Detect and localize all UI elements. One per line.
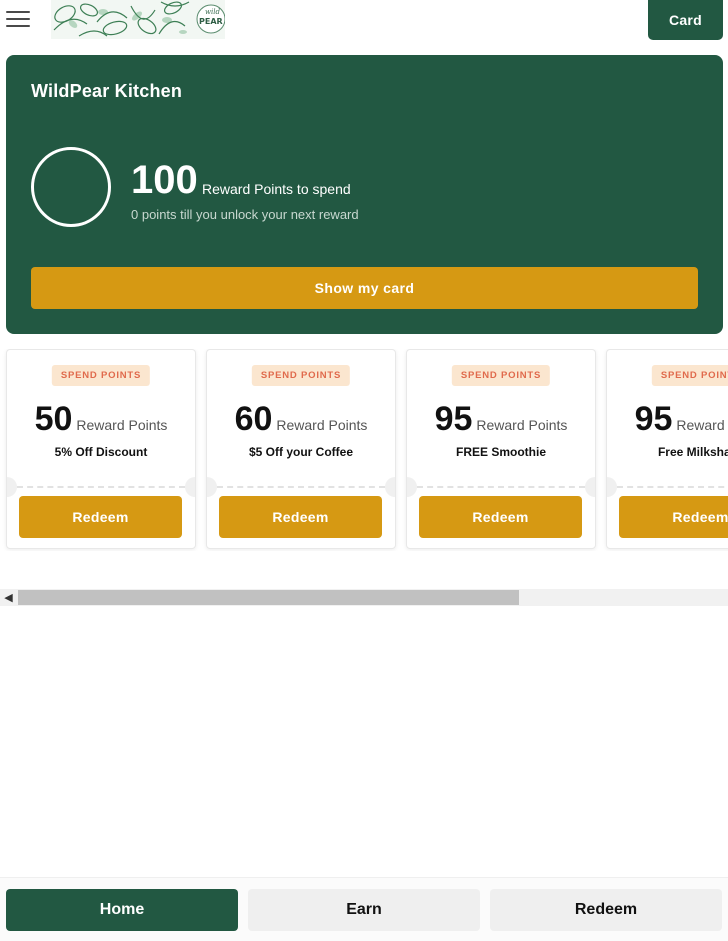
- nav-home-button[interactable]: Home: [6, 889, 238, 931]
- reward-progress-ring: [31, 147, 111, 227]
- chevron-left-icon[interactable]: ◀: [0, 589, 17, 606]
- redeem-button[interactable]: Redeem: [219, 496, 382, 538]
- store-name: WildPear Kitchen: [31, 81, 183, 101]
- redeem-button[interactable]: Redeem: [619, 496, 728, 538]
- spend-points-badge: SPEND POINTS: [251, 365, 351, 386]
- reward-name: FREE Smoothie: [455, 445, 546, 459]
- reward-cost-label: Reward Points: [276, 417, 368, 433]
- redeem-button[interactable]: Redeem: [19, 496, 182, 538]
- ticket-divider: [417, 486, 585, 488]
- ticket-notch: [385, 477, 395, 497]
- ticket-notch: [207, 477, 217, 497]
- points-balance-label: Reward Points to spend: [202, 181, 351, 197]
- spend-points-badge: SPEND POINTS: [651, 365, 728, 386]
- reward-cost: 95Reward Points: [607, 400, 728, 439]
- reward-name: 5% Off Discount: [54, 445, 148, 459]
- brand-logo: wild PEAR: [51, 0, 225, 39]
- ticket-notch: [7, 477, 17, 497]
- rewards-summary-card: WildPear Kitchen 100 Reward Points to sp…: [6, 55, 723, 334]
- reward-cost-value: 50: [34, 400, 73, 438]
- reward-cost: 60 Reward Points: [207, 400, 395, 439]
- horizontal-scrollbar[interactable]: ◀: [0, 589, 728, 606]
- ticket-notch: [185, 477, 195, 497]
- reward-card: SPEND POINTS 50 Reward Points 5% Off Disc…: [6, 349, 196, 549]
- rewards-carousel[interactable]: SPEND POINTS 50 Reward Points 5% Off Disc…: [0, 349, 728, 551]
- svg-text:wild: wild: [205, 8, 220, 16]
- reward-card: SPEND POINTS 95 Reward Points FREE Smooth…: [406, 349, 596, 549]
- bottom-navigation: Home Earn Redeem: [0, 877, 728, 941]
- ticket-divider: [617, 486, 728, 488]
- reward-cost-label: Reward Points: [76, 417, 168, 433]
- reward-name: Free Milkshake: [657, 445, 728, 459]
- points-balance: 100: [131, 158, 198, 202]
- reward-cost-label: Reward Points: [676, 417, 728, 433]
- scrollbar-thumb[interactable]: [18, 590, 519, 605]
- ticket-divider: [17, 486, 185, 488]
- ticket-divider: [217, 486, 385, 488]
- reward-card: SPEND POINTS 60 Reward Points $5 Off your…: [206, 349, 396, 549]
- reward-cost-value: 95: [634, 400, 673, 438]
- spend-points-badge: SPEND POINTS: [451, 365, 551, 386]
- reward-name: $5 Off your Coffee: [248, 445, 353, 459]
- reward-cost: 50 Reward Points: [7, 400, 195, 439]
- show-my-card-button[interactable]: Show my card: [31, 267, 698, 309]
- ticket-notch: [585, 477, 595, 497]
- reward-cost-value: 60: [234, 400, 273, 438]
- reward-cost: 95Reward Points: [407, 400, 595, 439]
- ticket-notch: [407, 477, 417, 497]
- card-button[interactable]: Card: [648, 0, 723, 40]
- reward-cost-label: Reward Points: [476, 417, 568, 433]
- nav-earn-button[interactable]: Earn: [248, 889, 480, 931]
- next-reward-progress-text: 0 points till you unlock your next rewar…: [131, 207, 359, 222]
- reward-card: SPEND POINTS 95Reward Points Free Milksh…: [606, 349, 728, 549]
- hamburger-menu-icon[interactable]: [6, 8, 32, 30]
- nav-redeem-button[interactable]: Redeem: [490, 889, 722, 931]
- spend-points-badge: SPEND POINTS: [51, 365, 151, 386]
- reward-cost-value: 95: [434, 400, 473, 438]
- ticket-notch: [607, 477, 617, 497]
- svg-text:PEAR: PEAR: [199, 17, 223, 26]
- redeem-button[interactable]: Redeem: [419, 496, 582, 538]
